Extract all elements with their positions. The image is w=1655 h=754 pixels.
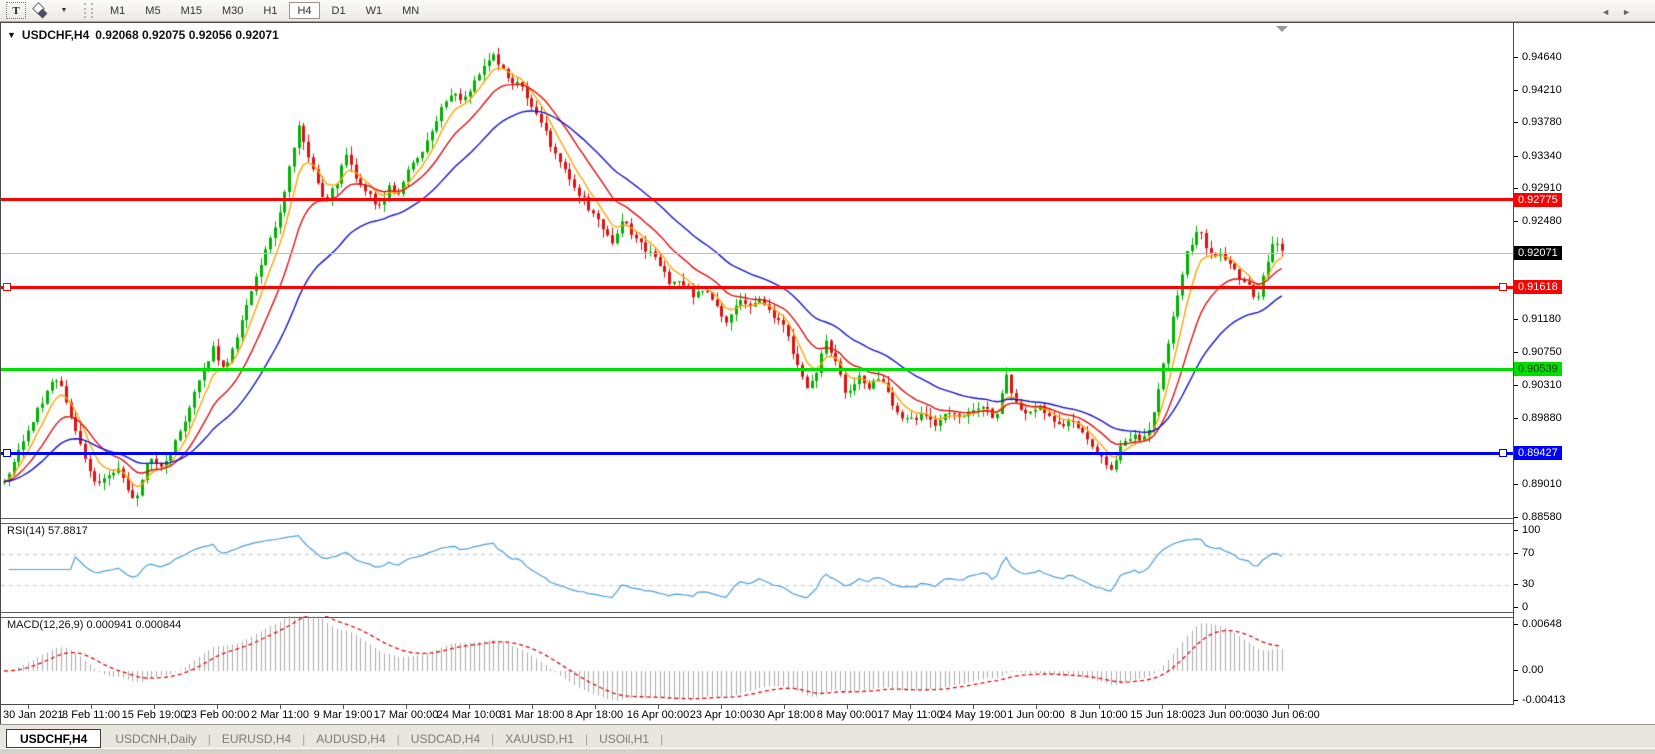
- chart-tab-audusd-h4[interactable]: AUDUSD,H4: [306, 730, 395, 748]
- rsi-label: RSI(14) 57.8817: [7, 525, 88, 537]
- chart-collapse-icon[interactable]: ▼: [7, 30, 16, 40]
- toolbar-grip[interactable]: [84, 3, 93, 18]
- timeframe-button-m15[interactable]: M15: [173, 2, 210, 19]
- time-label: 23 Apr 10:00: [690, 709, 752, 721]
- time-label: 8 Feb 11:00: [62, 709, 120, 721]
- hline-price-label: 0.90539: [1514, 362, 1562, 376]
- hline-price-label: 0.91618: [1514, 280, 1562, 294]
- timeframe-button-m1[interactable]: M1: [102, 2, 133, 19]
- toolbar-dropdown-caret[interactable]: ▼: [54, 2, 74, 19]
- timeframe-button-m5[interactable]: M5: [137, 2, 168, 19]
- time-label: 24 May 19:00: [940, 709, 1007, 721]
- chart-tab-usdcad-h4[interactable]: USDCAD,H4: [401, 730, 490, 748]
- macd-pane: MACD(12,26,9) 0.000941 0.000844: [1, 616, 1513, 705]
- rsi-value: 57.8817: [48, 525, 88, 537]
- time-label: 23 Feb 00:00: [185, 709, 250, 721]
- time-axis[interactable]: 30 Jan 20218 Feb 11:0015 Feb 19:0023 Feb…: [1, 705, 1513, 725]
- price-chart-canvas[interactable]: [1, 23, 1513, 518]
- horizontal-line-0.91618[interactable]: [1, 286, 1513, 289]
- tab-separator: |: [208, 730, 211, 748]
- chart-tab-bar: USDCHF,H4USDCNH,Daily|EURUSD,H4|AUDUSD,H…: [0, 724, 1655, 749]
- tab-scroll-right-icon[interactable]: ►: [1622, 7, 1643, 17]
- line-anchor-handle[interactable]: [3, 449, 11, 457]
- time-label: 24 Mar 10:00: [437, 709, 502, 721]
- time-label: 8 Apr 18:00: [567, 709, 623, 721]
- text-tool-button[interactable]: T: [6, 2, 26, 19]
- macd-values: 0.000941 0.000844: [86, 619, 181, 631]
- time-label: 2 Mar 11:00: [251, 709, 309, 721]
- tab-separator: |: [302, 730, 305, 748]
- rsi-pane: RSI(14) 57.8817: [1, 522, 1513, 612]
- macd-canvas[interactable]: [1, 616, 1513, 704]
- diamonds-icon: [33, 4, 47, 18]
- timeframe-button-mn[interactable]: MN: [394, 2, 427, 19]
- chart-shift-marker[interactable]: [1276, 26, 1288, 32]
- tab-separator: |: [660, 730, 663, 748]
- chart-title[interactable]: ▼ USDCHF,H4 0.92068 0.92075 0.92056 0.92…: [7, 28, 279, 42]
- price-pane: ▼ USDCHF,H4 0.92068 0.92075 0.92056 0.92…: [1, 23, 1513, 518]
- chart-area: ▼ USDCHF,H4 0.92068 0.92075 0.92056 0.92…: [0, 22, 1655, 725]
- rsi-canvas[interactable]: [1, 522, 1513, 612]
- time-label: 30 Jan 2021: [3, 709, 64, 721]
- time-label: 1 Jun 00:00: [1007, 709, 1065, 721]
- mt4-window: T ▼ M1M5 M15M30H1H4 D1W1MN ▼ USDCHF,H4 0.9…: [0, 0, 1655, 754]
- tab-scroll-arrows: ◄►: [1601, 7, 1643, 17]
- chart-tab-xauusd-h1[interactable]: XAUUSD,H1: [495, 730, 584, 748]
- tab-separator: |: [585, 730, 588, 748]
- chart-tab-usdcnh-daily[interactable]: USDCNH,Daily: [105, 730, 206, 748]
- time-label: 9 Mar 19:00: [314, 709, 373, 721]
- timeframe-button-w1[interactable]: W1: [358, 2, 391, 19]
- horizontal-line-0.89427[interactable]: [1, 452, 1513, 455]
- tab-scroll-left-icon[interactable]: ◄: [1601, 7, 1622, 17]
- timeframe-button-m30[interactable]: M30: [214, 2, 251, 19]
- timeframe-button-h1[interactable]: H1: [255, 2, 285, 19]
- tab-separator: |: [491, 730, 494, 748]
- status-bar: [0, 748, 1655, 754]
- hline-price-label: 0.92775: [1514, 193, 1562, 207]
- time-label: 15 Feb 19:00: [122, 709, 187, 721]
- time-label: 8 May 00:00: [817, 709, 878, 721]
- current-price-line: [1, 253, 1513, 254]
- horizontal-line-0.90539[interactable]: [1, 368, 1513, 371]
- chart-tab-usdchf-h4[interactable]: USDCHF,H4: [6, 729, 101, 748]
- line-anchor-handle[interactable]: [1499, 449, 1507, 457]
- drawing-styles-button[interactable]: [28, 2, 52, 19]
- line-anchor-handle[interactable]: [1499, 283, 1507, 291]
- timeframe-button-d1[interactable]: D1: [324, 2, 354, 19]
- time-label: 17 Mar 00:00: [374, 709, 439, 721]
- time-label: 16 Apr 00:00: [627, 709, 689, 721]
- time-label: 8 Jun 10:00: [1070, 709, 1128, 721]
- timeframe-toolbar: M1M5 M15M30H1H4 D1W1MN: [100, 2, 429, 19]
- hline-price-label: 0.89427: [1514, 446, 1562, 460]
- ohlc-values: 0.92068 0.92075 0.92056 0.92071: [95, 28, 279, 42]
- chart-tab-usoil-h1[interactable]: USOil,H1: [589, 730, 659, 748]
- time-label: 15 Jun 18:00: [1130, 709, 1194, 721]
- line-anchor-handle[interactable]: [3, 283, 11, 291]
- time-label: 17 May 11:00: [877, 709, 943, 721]
- macd-label: MACD(12,26,9) 0.000941 0.000844: [7, 619, 181, 631]
- timeframe-button-h4[interactable]: H4: [289, 2, 319, 19]
- tab-separator: |: [397, 730, 400, 748]
- price-axis[interactable]: 0.946400.942100.937800.933400.929100.924…: [1514, 23, 1655, 705]
- chart-tab-eurusd-h4[interactable]: EURUSD,H4: [212, 730, 301, 748]
- time-label: 23 Jun 00:00: [1193, 709, 1257, 721]
- symbol-period-label: USDCHF,H4: [22, 28, 89, 42]
- time-label: 31 Mar 18:00: [500, 709, 565, 721]
- time-label: 30 Jun 06:00: [1256, 709, 1320, 721]
- horizontal-line-0.92775[interactable]: [1, 198, 1513, 201]
- time-label: 30 Apr 18:00: [753, 709, 815, 721]
- toolbar: T ▼ M1M5 M15M30H1H4 D1W1MN: [0, 0, 1655, 22]
- current-price-label: 0.92071: [1514, 246, 1562, 260]
